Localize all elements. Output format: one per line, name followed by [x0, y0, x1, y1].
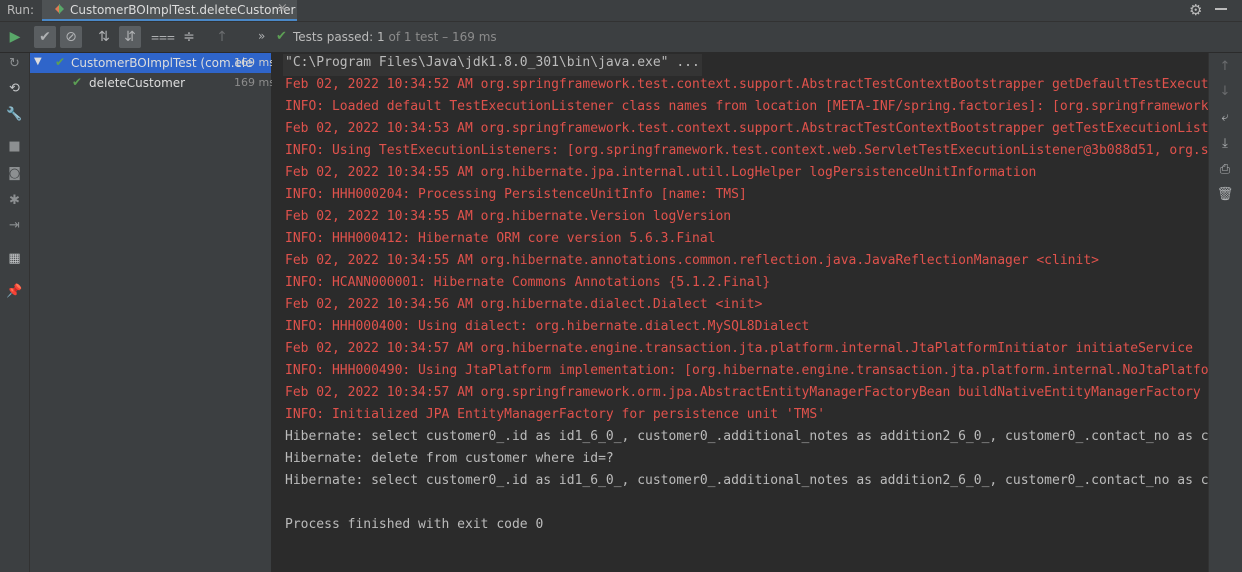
exit-icon[interactable]: ⇥	[6, 217, 23, 234]
tab-title: CustomerBOImplTest.deleteCustomer	[70, 3, 296, 17]
console-output[interactable]: "C:\Program Files\Java\jdk1.8.0_301\bin\…	[272, 53, 1208, 572]
console-log-line: Feb 02, 2022 10:34:57 AM org.springframe…	[285, 385, 1201, 400]
expand-all-icon[interactable]: ⩶	[151, 26, 175, 48]
soft-wrap-icon[interactable]: ⤶	[1216, 108, 1234, 126]
pass-check-icon: ✔	[72, 75, 83, 89]
console-log-line: INFO: HHH000490: Using JtaPlatform imple…	[285, 363, 1208, 378]
console-log-line: INFO: HCANN000001: Hibernate Commons Ann…	[285, 275, 771, 290]
console-command-line: "C:\Program Files\Java\jdk1.8.0_301\bin\…	[283, 54, 702, 76]
sort-alpha-icon[interactable]: ⇅	[93, 26, 115, 48]
tree-item-label: CustomerBOImplTest (com.ele	[71, 56, 253, 70]
tree-item-duration: 169 ms	[234, 76, 275, 89]
collapse-all-icon[interactable]: ≑	[178, 26, 200, 48]
debug-icon[interactable]: ✱	[6, 192, 23, 209]
pin-icon[interactable]: 📌	[6, 283, 23, 300]
camera-icon[interactable]: ◙	[6, 165, 23, 182]
tree-item-duration: 169 ms	[234, 56, 275, 69]
clear-all-icon[interactable]: 🗑	[1216, 185, 1234, 203]
rerun-failed-icon[interactable]: ↻	[6, 55, 23, 72]
pass-check-icon: ✔	[276, 29, 287, 44]
run-configuration-tab[interactable]: CustomerBOImplTest.deleteCustomer ×	[42, 0, 297, 21]
console-log-line: INFO: HHH000412: Hibernate ORM core vers…	[285, 231, 716, 246]
close-icon[interactable]: ×	[277, 1, 288, 16]
console-output-line: Hibernate: delete from customer where id…	[285, 451, 614, 466]
scroll-up-icon[interactable]: ↑	[1216, 57, 1234, 75]
test-results-tree: ▼ ✔ CustomerBOImplTest (com.ele 169 ms ✔…	[30, 53, 275, 572]
status-count: 1	[377, 30, 385, 44]
show-ignored-icon[interactable]: ⊘	[60, 26, 82, 48]
console-output-line: Hibernate: select customer0_.id as id1_6…	[285, 473, 1208, 488]
show-passed-icon[interactable]: ✔	[34, 26, 56, 48]
junit-test-icon	[55, 4, 64, 14]
console-action-bar: ↑ ↓ ⤶ ⤓ ⎙ 🗑	[1208, 53, 1242, 572]
console-log-line: INFO: Initialized JPA EntityManagerFacto…	[285, 407, 826, 422]
more-icon[interactable]: »	[258, 29, 265, 43]
console-log-line: Feb 02, 2022 10:34:52 AM org.springframe…	[285, 77, 1208, 92]
stop-icon[interactable]: ■	[6, 138, 23, 155]
console-log-line: INFO: HHH000204: Processing PersistenceU…	[285, 187, 747, 202]
pass-check-icon: ✔	[55, 55, 66, 69]
scroll-to-end-icon[interactable]: ⤓	[1216, 134, 1234, 152]
sort-duration-icon[interactable]: ⇵	[119, 26, 141, 48]
print-icon[interactable]: ⎙	[1216, 160, 1234, 178]
minimize-icon[interactable]	[1215, 8, 1227, 10]
settings-wrench-icon[interactable]: 🔧	[6, 106, 23, 123]
console-log-line: INFO: Using TestExecutionListeners: [org…	[285, 143, 1208, 158]
console-log-line: INFO: Loaded default TestExecutionListen…	[285, 99, 1208, 114]
tree-item-test-method[interactable]: ✔ deleteCustomer 169 ms	[30, 73, 275, 93]
console-exit-line: Process finished with exit code 0	[285, 517, 544, 532]
gear-icon[interactable]: ⚙	[1189, 1, 1202, 19]
console-log-line: Feb 02, 2022 10:34:53 AM org.springframe…	[285, 121, 1208, 136]
rerun-icon[interactable]: ▶	[4, 26, 26, 48]
test-runner-toolbar: ▶ ✔ ⊘ ⇅ ⇵ ⩶ ≑ ↑ » ✔ Tests passed: 1 of 1…	[0, 22, 1242, 53]
tree-item-test-class[interactable]: ▼ ✔ CustomerBOImplTest (com.ele 169 ms	[30, 53, 275, 73]
left-action-bar: ↻ ⟲ 🔧 ■ ◙ ✱ ⇥ ▦ 📌	[0, 53, 30, 572]
console-log-line: Feb 02, 2022 10:34:56 AM org.hibernate.d…	[285, 297, 763, 312]
status-suffix: of 1 test – 169 ms	[384, 30, 497, 44]
status-prefix: Tests passed:	[293, 30, 378, 44]
layout-icon[interactable]: ▦	[6, 250, 23, 267]
console-log-line: Feb 02, 2022 10:34:57 AM org.hibernate.e…	[285, 341, 1193, 356]
test-status-text: Tests passed: 1 of 1 test – 169 ms	[293, 30, 497, 44]
toggle-auto-test-icon[interactable]: ⟲	[6, 80, 23, 97]
console-log-line: Feb 02, 2022 10:34:55 AM org.hibernate.j…	[285, 165, 1037, 180]
scroll-down-icon[interactable]: ↓	[1216, 82, 1234, 100]
console-log-line: INFO: HHH000400: Using dialect: org.hibe…	[285, 319, 810, 334]
run-tool-window-header: Run: CustomerBOImplTest.deleteCustomer ×…	[0, 0, 1242, 22]
chevron-down-icon[interactable]: ▼	[34, 56, 42, 67]
console-output-line: Hibernate: select customer0_.id as id1_6…	[285, 429, 1208, 444]
console-log-line: Feb 02, 2022 10:34:55 AM org.hibernate.V…	[285, 209, 732, 224]
tree-item-label: deleteCustomer	[89, 76, 186, 90]
run-label: Run:	[7, 3, 35, 17]
previous-failed-icon[interactable]: ↑	[211, 26, 233, 48]
console-log-line: Feb 02, 2022 10:34:55 AM org.hibernate.a…	[285, 253, 1099, 268]
